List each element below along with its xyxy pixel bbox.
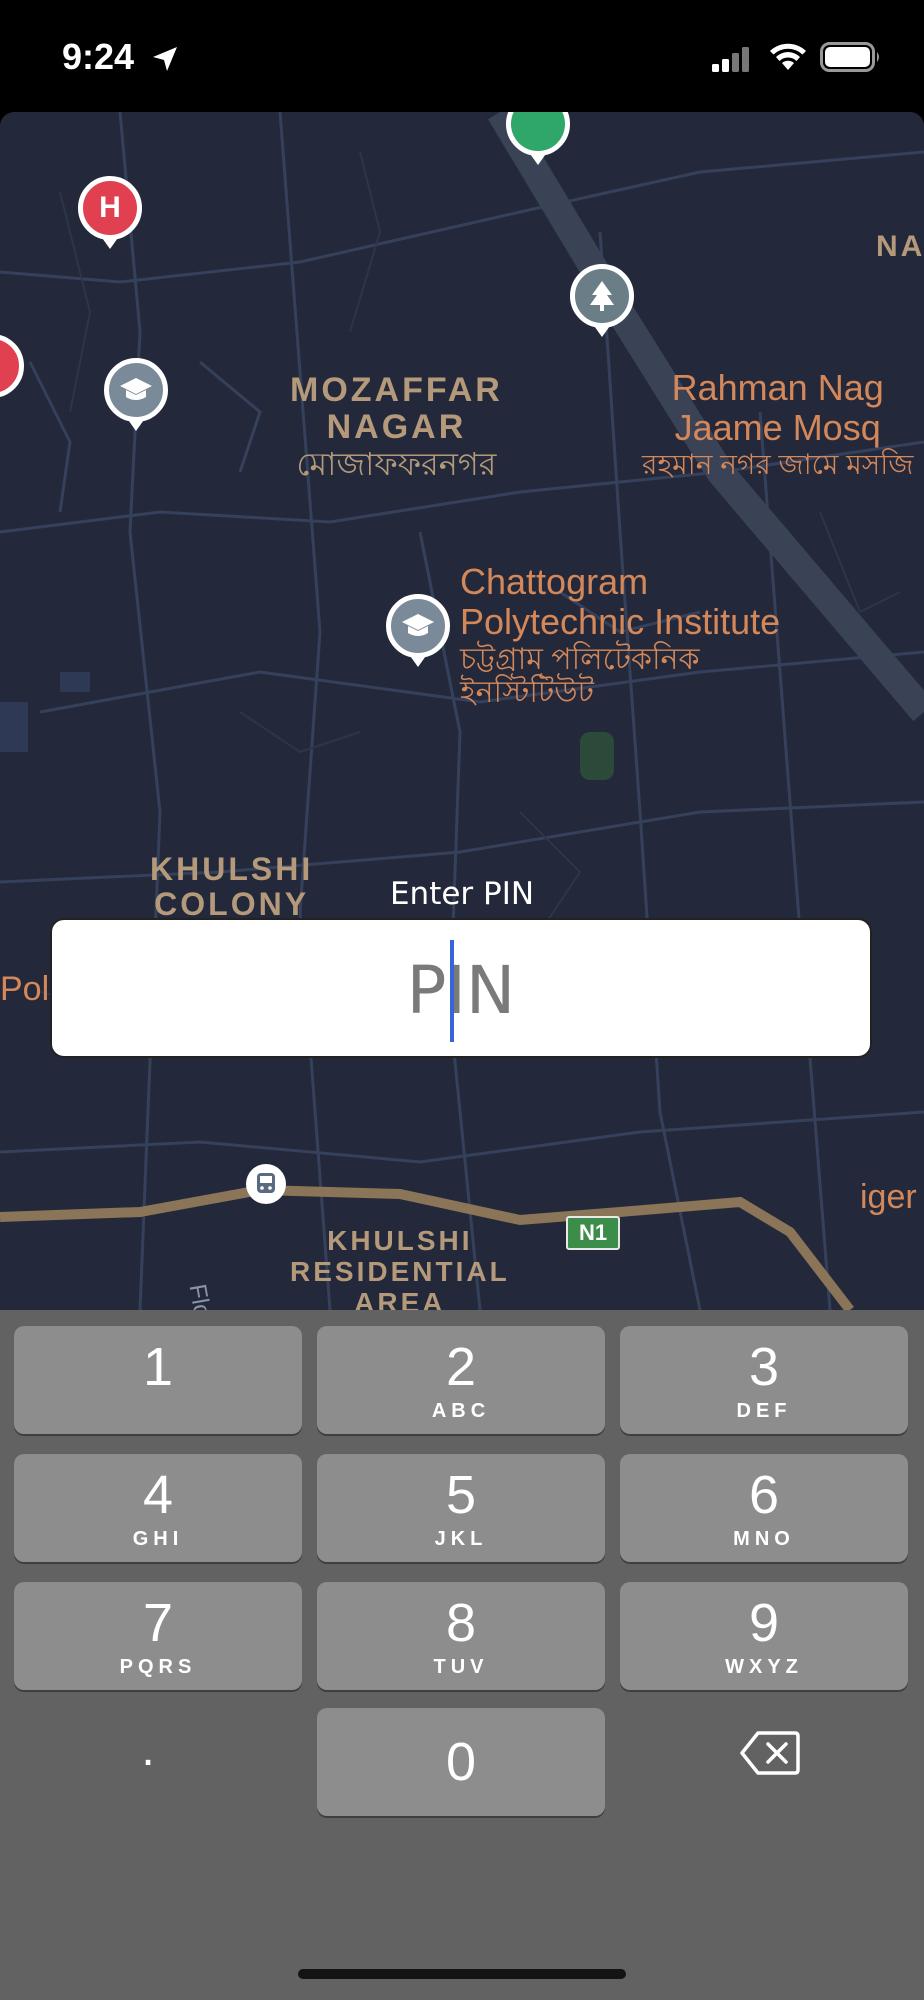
key-6[interactable]: 6 MNO (620, 1454, 908, 1562)
status-time: 9:24 (62, 36, 135, 77)
hospital-icon: H (99, 191, 121, 224)
highway-shield: N1 (566, 1216, 620, 1250)
key-1[interactable]: 1 (14, 1326, 302, 1434)
key-letters: JKL (434, 1528, 488, 1550)
education-pin[interactable] (104, 358, 168, 431)
key-letters: GHI (132, 1528, 184, 1550)
key-digit: 9 (748, 1593, 780, 1653)
key-digit: 2 (445, 1337, 477, 1397)
key-digit: 7 (142, 1593, 174, 1653)
key-digit: 5 (445, 1465, 477, 1525)
map-area-name-bn: মোজাফফরনগর (296, 445, 497, 482)
key-4[interactable]: 4 GHI (14, 1454, 302, 1562)
home-indicator (298, 1969, 626, 1979)
key-7[interactable]: 7 PQRS (14, 1582, 302, 1690)
backspace-icon[interactable] (740, 1730, 800, 1776)
key-3[interactable]: 3 DEF (620, 1326, 908, 1434)
poi-name-bn: চট্টগ্রাম পলিটেকনিক ইনস্টিটিউট (460, 642, 700, 710)
education-pin[interactable] (386, 594, 450, 667)
key-0[interactable]: 0 (317, 1708, 605, 1816)
map-area-name: MOZAFFAR NAGAR (290, 371, 503, 447)
key-9[interactable]: 9 WXYZ (620, 1582, 908, 1690)
key-decimal[interactable]: . (118, 1710, 178, 1818)
graduation-cap-icon (402, 614, 434, 636)
key-5[interactable]: 5 JKL (317, 1454, 605, 1562)
key-letters: MNO (733, 1528, 795, 1550)
map-area-name: NA (876, 230, 924, 263)
poi-name: Pol (0, 970, 50, 1008)
key-letters: WXYZ (725, 1656, 803, 1678)
poi-label[interactable]: Pol (0, 970, 49, 1008)
poi-name: iger (860, 1178, 917, 1216)
key-digit: 6 (748, 1465, 780, 1525)
key-2[interactable]: 2 ABC (317, 1326, 605, 1434)
pin-caption: Enter PIN (389, 876, 535, 912)
key-letters: PQRS (119, 1656, 197, 1678)
key-digit: 4 (142, 1465, 174, 1525)
bus-icon (257, 1173, 275, 1193)
poi-name-bn: রহমান নগর জামে মসজি (642, 448, 914, 480)
poi-label[interactable]: iger (860, 1178, 917, 1216)
battery-icon (820, 42, 879, 72)
poi-name: Rahman Nag Jaame Mosq (671, 367, 884, 449)
wifi-icon (770, 43, 806, 70)
poi-label[interactable]: Chattogram Polytechnic Institute চট্টগ্র… (460, 561, 781, 710)
key-letters: ABC (431, 1400, 491, 1422)
map-area-name: KHULSHI RESIDENTIAL AREA (290, 1225, 510, 1310)
key-letters: TUV (433, 1656, 489, 1678)
bus-stop-pin[interactable] (246, 1164, 286, 1204)
pin-placeholder: PIN (406, 952, 516, 1029)
map-area-label: MOZAFFAR NAGAR মোজাফফরনগর (290, 371, 503, 482)
graduation-cap-icon (120, 378, 152, 400)
map-roads (0, 112, 924, 1310)
cellular-signal-icon (712, 47, 749, 72)
map-area-label: NA (876, 230, 924, 263)
key-digit: 8 (445, 1593, 477, 1653)
pin-input[interactable]: PIN (50, 918, 872, 1058)
key-8[interactable]: 8 TUV (317, 1582, 605, 1690)
location-arrow-icon (153, 47, 177, 71)
key-digit: 0 (445, 1732, 477, 1792)
park-pin[interactable] (570, 264, 634, 337)
tree-icon (590, 281, 614, 311)
poi-name: Chattogram Polytechnic Institute (460, 561, 781, 643)
map-view[interactable]: MOZAFFAR NAGAR মোজাফফরনগর KHULSHI COLONY… (0, 112, 924, 1310)
key-letters: DEF (736, 1400, 792, 1422)
map-area-label: KHULSHI RESIDENTIAL AREA (290, 1225, 510, 1310)
key-digit: 1 (142, 1337, 174, 1397)
text-caret (450, 940, 454, 1042)
poi-label[interactable]: Rahman Nag Jaame Mosq রহমান নগর জামে মসজ… (642, 367, 914, 480)
status-bar: 9:24 (0, 0, 924, 112)
hospital-pin[interactable]: H (78, 176, 142, 249)
key-digit: 3 (748, 1337, 780, 1397)
